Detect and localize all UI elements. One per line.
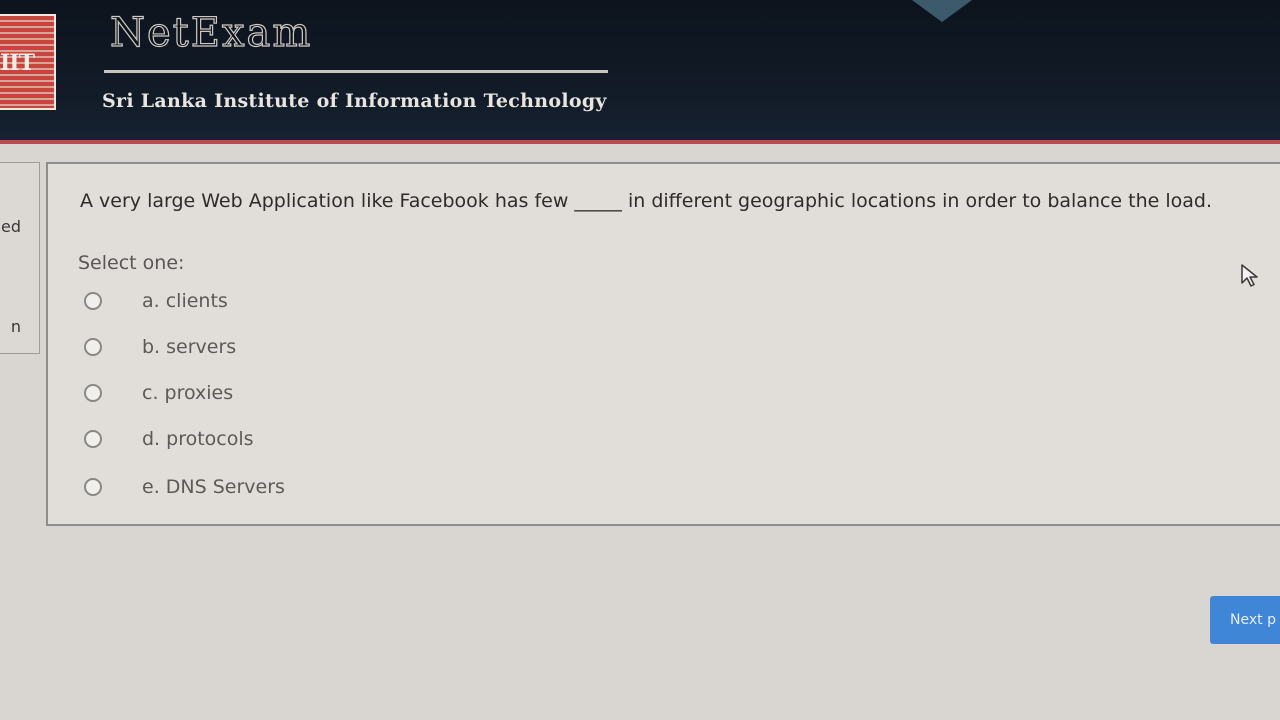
site-header: IIT NetExam Sri Lanka Institute of Infor… [0, 0, 1280, 144]
radio-button[interactable] [84, 478, 102, 496]
option-label[interactable]: b. servers [142, 336, 236, 358]
header-chevron-icon [912, 0, 972, 22]
mouse-pointer-icon [1241, 264, 1258, 287]
radio-button[interactable] [84, 430, 102, 448]
option-label[interactable]: e. DNS Servers [142, 476, 285, 498]
answer-option-b[interactable]: b. servers [84, 332, 236, 362]
answer-option-e[interactable]: e. DNS Servers [84, 472, 285, 502]
next-page-button[interactable]: Next p [1210, 596, 1280, 644]
select-one-label: Select one: [78, 252, 185, 274]
site-brand-title: NetExam [109, 9, 313, 56]
radio-button[interactable] [84, 384, 102, 402]
option-label[interactable]: c. proxies [142, 382, 233, 404]
option-label[interactable]: d. protocols [142, 428, 254, 450]
radio-button[interactable] [84, 292, 102, 310]
answer-option-a[interactable]: a. clients [84, 286, 228, 316]
question-card: A very large Web Application like Facebo… [46, 162, 1280, 526]
radio-button[interactable] [84, 338, 102, 356]
sliit-logo: IIT [0, 14, 56, 110]
option-label[interactable]: a. clients [142, 290, 228, 312]
logo-text: IIT [0, 50, 35, 76]
nav-fragment-top: ed [1, 217, 21, 236]
question-text: A very large Web Application like Facebo… [80, 190, 1213, 212]
brand-divider [104, 70, 608, 73]
answer-option-d[interactable]: d. protocols [84, 424, 254, 454]
quiz-navigation-panel[interactable]: ed n [0, 162, 40, 354]
answer-option-c[interactable]: c. proxies [84, 378, 233, 408]
institute-name: Sri Lanka Institute of Information Techn… [102, 90, 607, 112]
nav-fragment-bottom: n [10, 317, 21, 336]
